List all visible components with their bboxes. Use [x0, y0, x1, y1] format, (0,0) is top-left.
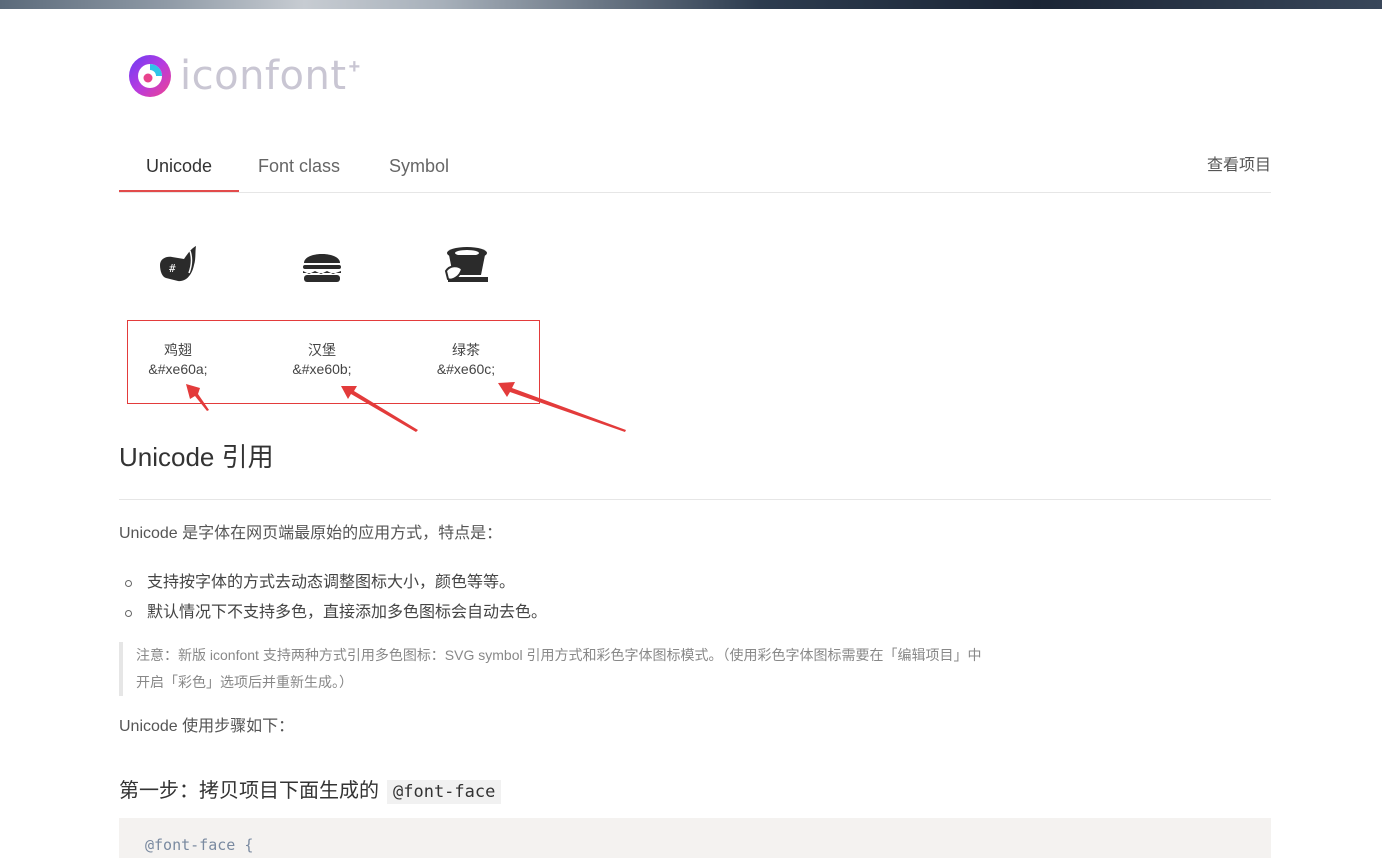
usage-paragraph: Unicode 使用步骤如下： [119, 718, 295, 735]
code-line: @font-face { [145, 836, 254, 854]
section-heading-unicode: Unicode 引用 [119, 442, 274, 472]
tab-bar: Unicode Font class Symbol 查看项目 [119, 148, 1271, 193]
tab-font-class[interactable]: Font class [239, 148, 359, 191]
step1-inline-code: @font-face [387, 780, 502, 804]
browser-bookmark-strip [0, 0, 1382, 9]
note-line: 注意：新版 iconfont 支持两种方式引用多色图标：SVG symbol 引… [136, 647, 982, 663]
feature-item: 默认情况下不支持多色，直接添加多色图标会自动去色。 [119, 598, 547, 628]
tab-unicode[interactable]: Unicode [119, 148, 239, 192]
chicken-wing-icon: # [160, 246, 196, 282]
feature-list: 支持按字体的方式去动态调整图标大小，颜色等等。 默认情况下不支持多色，直接添加多… [119, 568, 547, 628]
iconfont-logo-icon [129, 55, 171, 97]
feature-item: 支持按字体的方式去动态调整图标大小，颜色等等。 [119, 568, 547, 598]
logo-plus: + [348, 55, 361, 78]
hamburger-icon [303, 254, 341, 282]
step1-text: 第一步：拷贝项目下面生成的 [119, 780, 379, 802]
svg-text:#: # [169, 262, 176, 275]
intro-paragraph: Unicode 是字体在网页端最原始的应用方式，特点是： [119, 525, 503, 542]
step1-heading: 第一步：拷贝项目下面生成的 @font-face [119, 776, 502, 807]
iconfont-logo[interactable]: iconfont + [128, 54, 360, 98]
logo-wordmark: iconfont [180, 53, 347, 99]
note-line: 开启「彩色」选项后并重新生成。） [136, 674, 353, 690]
section-divider [119, 499, 1271, 500]
code-block: @font-face { [119, 818, 1271, 858]
view-project-link[interactable]: 查看项目 [1207, 148, 1271, 184]
svg-text:~: ~ [462, 253, 467, 260]
green-tea-icon: ~ [444, 247, 488, 282]
annotation-highlight-box [127, 320, 540, 404]
note-blockquote: 注意：新版 iconfont 支持两种方式引用多色图标：SVG symbol 引… [119, 642, 1076, 696]
tab-symbol[interactable]: Symbol [359, 148, 479, 191]
